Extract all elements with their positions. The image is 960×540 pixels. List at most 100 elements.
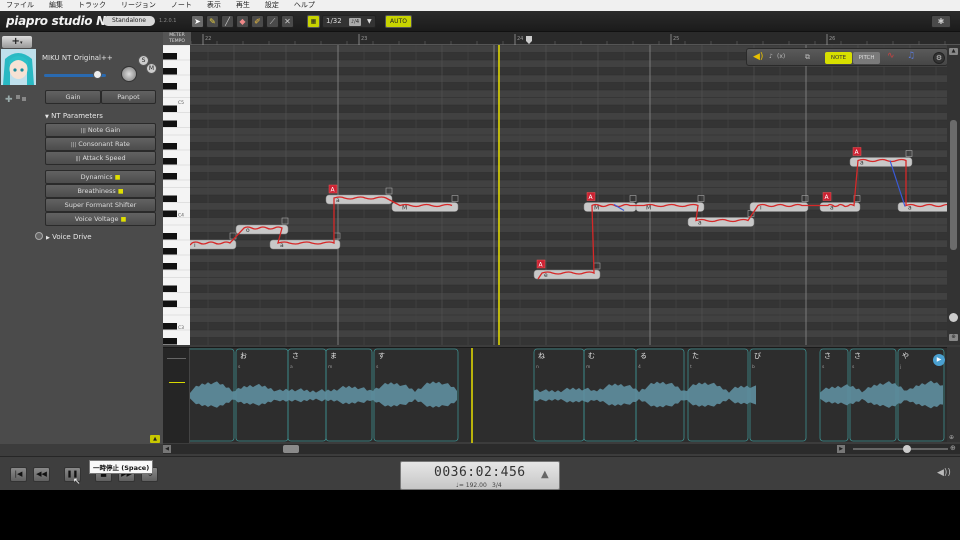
pan-knob[interactable] [121, 66, 137, 82]
vertical-scroll-thumb[interactable] [950, 120, 957, 250]
rewind-button[interactable]: ◀◀ [33, 467, 50, 482]
attack-speed-button[interactable]: ||| Attack Speed [45, 151, 156, 165]
time-signature-display[interactable]: 3/4 [492, 482, 502, 489]
eraser-tool-button[interactable]: ◆ [236, 15, 249, 28]
menu-settings[interactable]: 設定 [265, 0, 279, 11]
menu-note[interactable]: ノート [171, 0, 192, 11]
zoom-icon[interactable]: ⊕ [950, 444, 956, 452]
vertical-scrollbar[interactable]: ▲ ⊕ [947, 45, 960, 345]
pitch-curve-icon[interactable]: ∿ [887, 51, 895, 61]
panpot-button[interactable]: Panpot [101, 90, 156, 104]
knife-tool-button[interactable]: ⟋ [266, 15, 279, 28]
mute-tool-button[interactable]: ✕ [281, 15, 294, 28]
edit-parameters-icon[interactable]: ✚ [3, 89, 33, 105]
voicebank-avatar[interactable] [1, 49, 36, 85]
scroll-up-icon[interactable]: ▲ [949, 48, 958, 55]
meter-tempo-button[interactable]: METER TEMPO [163, 32, 191, 45]
volume-slider-handle[interactable] [93, 70, 102, 79]
breathiness-button[interactable]: Breathiness ■ [45, 184, 156, 198]
lyric-text: さ [292, 352, 299, 360]
black-key [163, 338, 177, 345]
go-to-start-button[interactable]: |◀ [10, 467, 27, 482]
menu-help[interactable]: ヘルプ [294, 0, 315, 11]
octave-label: C4 [178, 213, 184, 219]
breathiness-label: Breathiness [77, 187, 116, 195]
note-gain-button[interactable]: ||| Note Gain [45, 123, 156, 137]
menu-region[interactable]: リージョン [121, 0, 156, 11]
menu-file[interactable]: ファイル [6, 0, 34, 11]
note-curve-icon[interactable]: ♫ [907, 51, 915, 61]
super-formant-shifter-button[interactable]: Super Formant Shifter [45, 198, 156, 212]
horizontal-zoom-handle[interactable] [903, 445, 911, 453]
voice-voltage-label: Voice Voltage [74, 215, 119, 223]
expand-lane-icon[interactable]: ▲ [150, 435, 160, 443]
menu-track[interactable]: トラック [78, 0, 106, 11]
voice-voltage-button[interactable]: Voice Voltage ■ [45, 212, 156, 226]
lyrics-waveform-lane[interactable]: oおsさaまmすsねnむmる4たtびbさsさsやj ▶ [163, 347, 947, 443]
note-mode-button[interactable]: NOTE [825, 52, 852, 64]
mute-button[interactable]: M [146, 63, 157, 74]
pencil-tool-button[interactable]: ✎ [206, 15, 219, 28]
toolbar: piapro studio NT2 Standalone 1.2.0.1 ➤ ✎… [0, 11, 960, 36]
phoneme-text: j [899, 364, 901, 370]
phoneme-text: n [536, 365, 539, 370]
consonant-rate-button[interactable]: ||| Consonant Rate [45, 137, 156, 151]
horizontal-zoom-slider[interactable] [853, 448, 948, 450]
fx-button[interactable]: (x) [777, 53, 785, 60]
lane-scrollbar[interactable]: ⊕ [947, 347, 960, 442]
voice-drive-power-icon[interactable] [35, 232, 43, 240]
copy-icon[interactable]: ⧉ [805, 53, 810, 62]
menu-edit[interactable]: 編集 [49, 0, 63, 11]
zoom-icon[interactable]: ⊕ [949, 434, 958, 441]
lyric-text: た [692, 352, 699, 360]
menu-view[interactable]: 表示 [207, 0, 221, 11]
lyric-segment: びb [749, 348, 807, 442]
black-key [163, 323, 177, 330]
horizontal-scrollbar[interactable]: ◀ ▶ ⊕ [163, 444, 960, 454]
black-key [163, 158, 177, 165]
settings-button[interactable]: ✱ [931, 15, 951, 28]
black-key [163, 143, 177, 150]
metronome-icon[interactable]: ▲ [541, 469, 549, 480]
speaker-icon[interactable]: ◀) [753, 52, 763, 62]
note-lyric: e [544, 272, 548, 279]
phoneme-text: m [586, 365, 590, 370]
dynamics-button[interactable]: Dynamics ■ [45, 170, 156, 184]
scroll-right-icon[interactable]: ▶ [837, 445, 845, 453]
lyric-text: ま [330, 352, 337, 360]
horizontal-scroll-thumb[interactable] [283, 445, 299, 453]
zoom-icon[interactable]: ⊕ [949, 334, 958, 341]
menu-bar: ファイル 編集 トラック リージョン ノート 表示 再生 設定 ヘルプ [0, 0, 960, 11]
quantize-select[interactable]: 1/32 ♪/4 ▼ [322, 15, 376, 28]
menu-play[interactable]: 再生 [236, 0, 250, 11]
phoneme-icon[interactable]: ♪ [769, 53, 773, 60]
select-tool-button[interactable]: ➤ [191, 15, 204, 28]
note-lyric: M [402, 205, 407, 212]
bar-number: 26 [829, 36, 835, 42]
line-tool-button[interactable]: ╱ [221, 15, 234, 28]
note-lyric: a [698, 220, 702, 227]
lyric-text: ね [538, 352, 545, 360]
zoom-handle[interactable] [949, 313, 958, 322]
note-lyric: a [280, 242, 284, 249]
voice-drive-header[interactable]: ▶ Voice Drive [46, 233, 92, 241]
tempo-display[interactable]: ♩= 192.00 [456, 482, 487, 489]
play-region-icon[interactable]: ▶ [933, 354, 945, 366]
black-key [163, 105, 177, 112]
auto-button[interactable]: AUTO —— [385, 15, 412, 36]
piano-keyboard[interactable]: C5 C4 C3 [163, 44, 190, 345]
pitch-mode-button[interactable]: PITCH [853, 52, 880, 64]
black-key [163, 120, 177, 127]
gain-button[interactable]: Gain [45, 90, 101, 104]
scroll-left-icon[interactable]: ◀ [163, 445, 171, 453]
bars-icon: ||| [75, 156, 81, 162]
brush-tool-button[interactable]: ✐ [251, 15, 264, 28]
time-display: 0036:02:456 ♩= 192.00 3/4 ▲ [400, 461, 560, 490]
nt-parameters-header[interactable]: ▼ NT Parameters [45, 112, 103, 120]
volume-icon[interactable]: ◀)) [937, 468, 951, 478]
snap-toggle-button[interactable]: ▦ [307, 15, 320, 28]
add-track-button[interactable]: +▾ [2, 36, 32, 48]
timeline-ruler[interactable]: METER TEMPO 222324252627 [163, 32, 960, 45]
piano-roll-editor[interactable]: ioaaAMeAMAMaiaAaAa [190, 45, 947, 345]
panel-menu-icon[interactable]: ⚙ [933, 52, 945, 64]
